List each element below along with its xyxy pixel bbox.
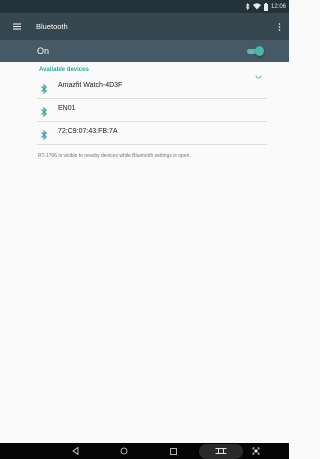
device-name: 72:C9:07:43:FB:7A bbox=[58, 128, 118, 135]
status-time: 12:06 bbox=[270, 3, 286, 10]
status-icons: 12:06 bbox=[245, 1, 286, 12]
battery-icon bbox=[263, 2, 268, 11]
page-title: Bluetooth bbox=[36, 22, 68, 31]
split-screen-icon[interactable] bbox=[214, 445, 228, 457]
wifi-icon bbox=[252, 3, 261, 10]
app-toolbar: Bluetooth bbox=[0, 13, 289, 40]
screenshot-icon[interactable] bbox=[249, 445, 263, 457]
hamburger-menu-icon[interactable] bbox=[9, 19, 25, 34]
device-item-amazfit[interactable]: Amazfit Watch-4D3F bbox=[0, 75, 289, 97]
device-item-mac-address[interactable]: 72:C9:07:43:FB:7A bbox=[0, 121, 289, 143]
bluetooth-switch-bar[interactable]: On bbox=[0, 40, 289, 62]
toggle-thumb bbox=[255, 46, 264, 56]
recents-icon[interactable] bbox=[166, 445, 180, 457]
device-item-en01[interactable]: EN01 bbox=[0, 98, 289, 120]
bluetooth-icon bbox=[40, 81, 48, 95]
system-nav-bar bbox=[0, 443, 289, 459]
home-icon[interactable] bbox=[117, 445, 131, 457]
bluetooth-icon bbox=[40, 104, 48, 118]
status-bar: 12:06 bbox=[0, 0, 289, 13]
bluetooth-toggle[interactable] bbox=[246, 46, 264, 56]
device-name: Amazfit Watch-4D3F bbox=[58, 82, 123, 89]
bluetooth-status-icon bbox=[245, 3, 250, 10]
back-icon[interactable] bbox=[68, 445, 82, 457]
visibility-note: RT-1706 is visible to nearby devices whi… bbox=[38, 153, 191, 159]
switch-label: On bbox=[37, 46, 50, 56]
bluetooth-settings-screen: 12:06 Bluetooth On Available devices Ama… bbox=[0, 0, 289, 459]
available-devices-header: Available devices bbox=[39, 67, 89, 73]
bluetooth-icon bbox=[40, 127, 48, 141]
device-name: EN01 bbox=[58, 105, 76, 112]
overflow-menu-icon[interactable] bbox=[272, 19, 286, 34]
scanning-progress-icon bbox=[255, 66, 262, 79]
list-divider bbox=[37, 144, 267, 145]
